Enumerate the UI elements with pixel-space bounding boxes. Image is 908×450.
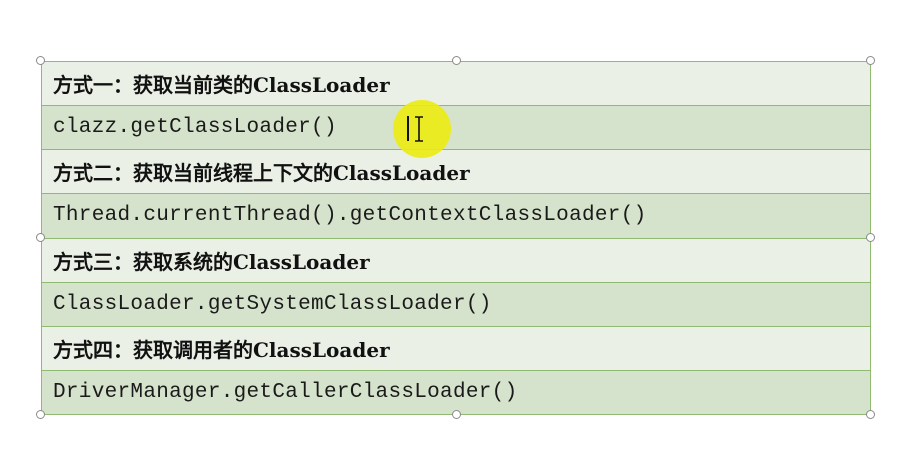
resize-handle-middle-right[interactable]	[866, 233, 875, 242]
text-caret	[407, 116, 409, 141]
i-beam-cursor-icon	[415, 116, 423, 142]
classloader-methods-table[interactable]: 方式一：获取当前类的ClassLoader clazz.getClassLoad…	[41, 61, 871, 415]
method-2-heading[interactable]: 方式二：获取当前线程上下文的ClassLoader	[42, 150, 870, 195]
resize-handle-middle-left[interactable]	[36, 233, 45, 242]
resize-handle-bottom-left[interactable]	[36, 410, 45, 419]
resize-handle-top-right[interactable]	[866, 56, 875, 65]
slide-canvas: 方式一：获取当前类的ClassLoader clazz.getClassLoad…	[0, 0, 908, 450]
method-3-code[interactable]: ClassLoader.getSystemClassLoader()	[42, 282, 870, 327]
resize-handle-bottom-right[interactable]	[866, 410, 875, 419]
resize-handle-top-center[interactable]	[452, 56, 461, 65]
method-3-heading[interactable]: 方式三：获取系统的ClassLoader	[42, 238, 870, 283]
method-2-code[interactable]: Thread.currentThread().getContextClassLo…	[42, 194, 870, 239]
method-1-heading[interactable]: 方式一：获取当前类的ClassLoader	[42, 62, 870, 107]
method-4-code[interactable]: DriverManager.getCallerClassLoader()	[42, 370, 870, 414]
method-4-heading[interactable]: 方式四：获取调用者的ClassLoader	[42, 326, 870, 371]
resize-handle-top-left[interactable]	[36, 56, 45, 65]
resize-handle-bottom-center[interactable]	[452, 410, 461, 419]
method-1-code[interactable]: clazz.getClassLoader()	[42, 106, 870, 151]
